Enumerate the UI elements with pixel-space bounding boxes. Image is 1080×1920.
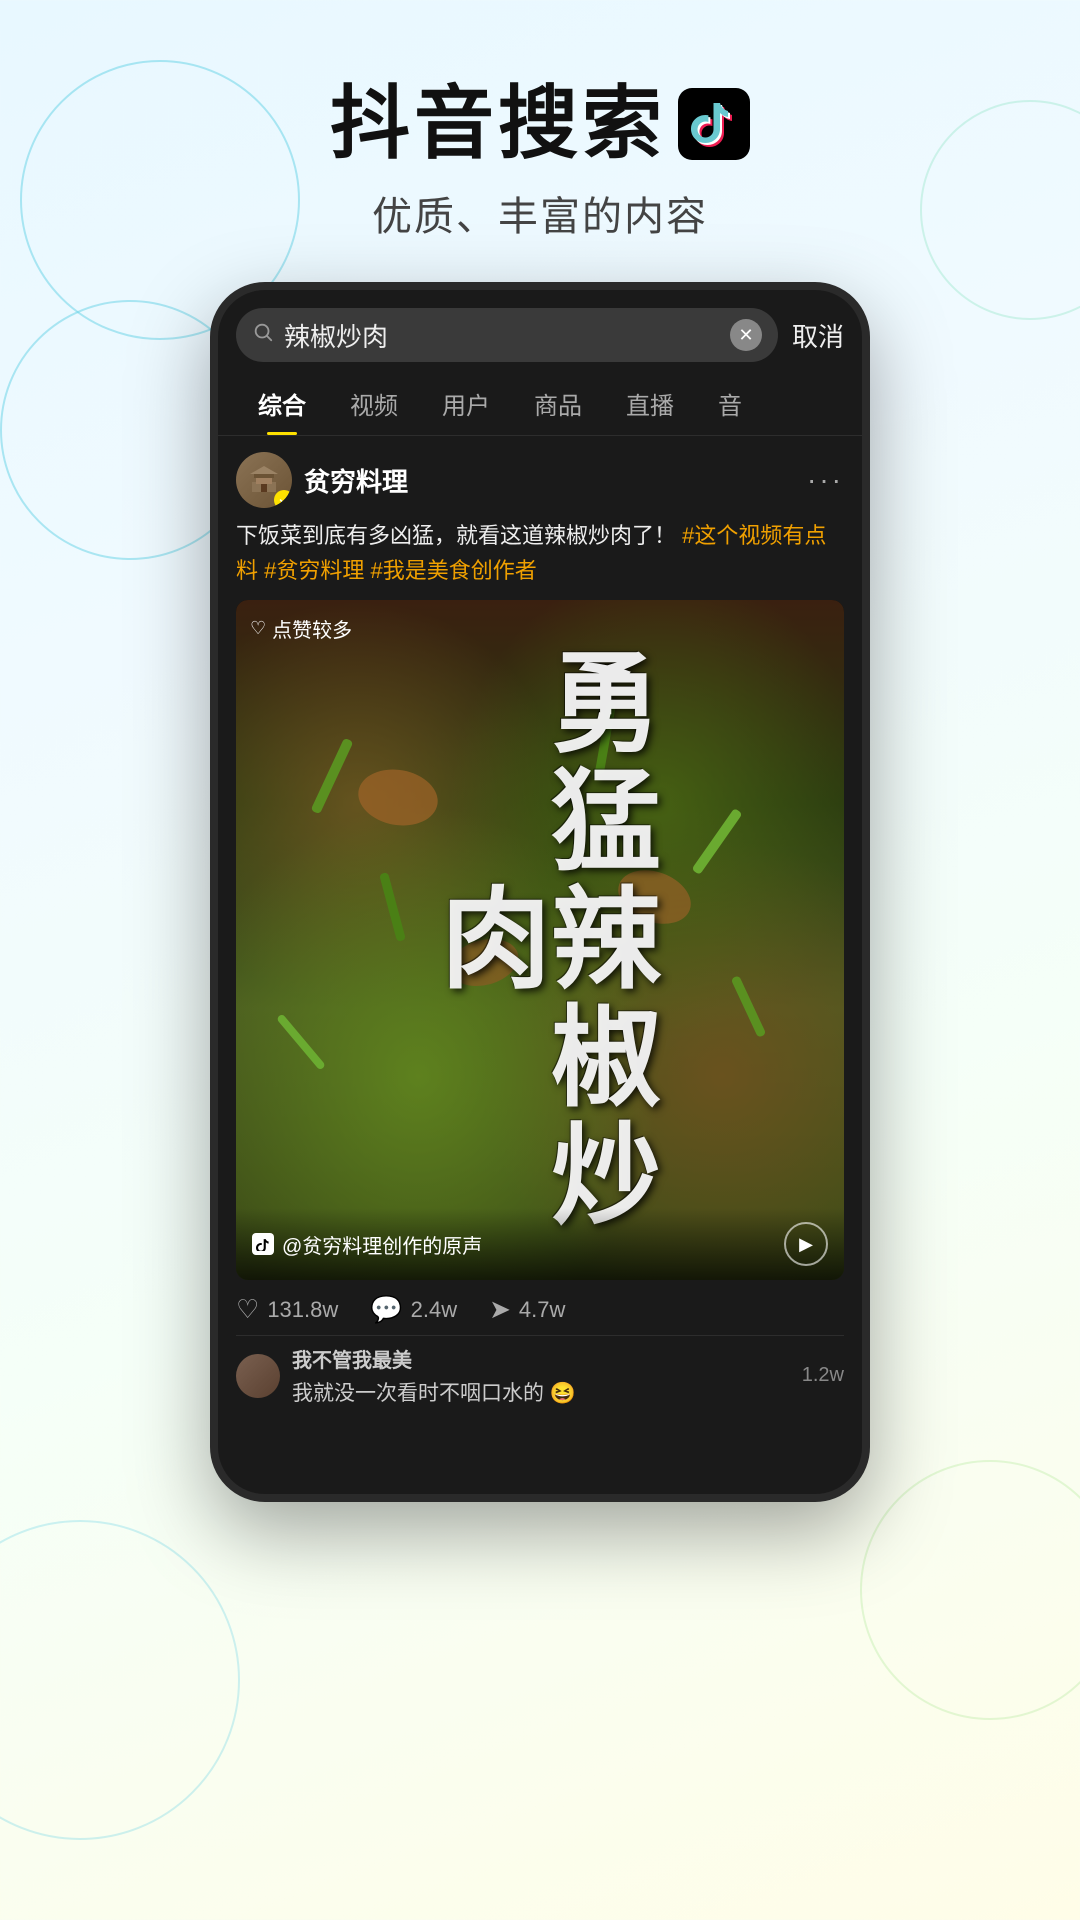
tab-audio[interactable]: 音 bbox=[696, 372, 764, 435]
avatar bbox=[236, 452, 292, 508]
tiktok-small-icon bbox=[252, 1233, 274, 1255]
comment-count: 1.2w bbox=[802, 1364, 844, 1387]
search-input-wrap[interactable]: 辣椒炒肉 ✕ bbox=[236, 308, 778, 362]
audio-text: @贫穷料理创作的原声 bbox=[282, 1230, 482, 1259]
tiktok-logo-icon bbox=[678, 88, 750, 160]
tab-user[interactable]: 用户 bbox=[420, 372, 512, 435]
post-description: 下饭菜到底有多凶猛，就看这道辣椒炒肉了！ #这个视频有点料 #贫穷料理 #我是美… bbox=[236, 518, 844, 588]
search-query: 辣椒炒肉 bbox=[284, 317, 720, 354]
phone-container: 辣椒炒肉 ✕ 取消 综合 视频 用户 商品 直播 音 bbox=[0, 282, 1080, 1502]
post-card: 贫穷料理 ··· 下饭菜到底有多凶猛，就看这道辣椒炒肉了！ #这个视频有点料 #… bbox=[218, 436, 862, 1427]
content-area: 贫穷料理 ··· 下饭菜到底有多凶猛，就看这道辣椒炒肉了！ #这个视频有点料 #… bbox=[218, 436, 862, 1494]
post-header: 贫穷料理 ··· bbox=[236, 452, 844, 508]
share-stat-icon: ➤ bbox=[489, 1294, 511, 1325]
heart-stat-icon: ♡ bbox=[236, 1294, 259, 1325]
cancel-button[interactable]: 取消 bbox=[792, 317, 844, 354]
subtitle-text: 优质、丰富的内容 bbox=[0, 184, 1080, 242]
video-overlay-text: 勇猛辣椒炒肉 bbox=[236, 600, 844, 1280]
shares-stat[interactable]: ➤ 4.7w bbox=[489, 1294, 565, 1325]
tab-video[interactable]: 视频 bbox=[328, 372, 420, 435]
tabs-area: 综合 视频 用户 商品 直播 音 bbox=[218, 372, 862, 436]
hashtag-2[interactable]: #贫穷料理 bbox=[264, 558, 364, 583]
comments-stat[interactable]: 💬 2.4w bbox=[370, 1294, 457, 1325]
commenter-avatar bbox=[236, 1354, 280, 1398]
bg-circle-bl bbox=[0, 1520, 240, 1840]
phone-mockup: 辣椒炒肉 ✕ 取消 综合 视频 用户 商品 直播 音 bbox=[210, 282, 870, 1502]
verified-badge bbox=[274, 490, 292, 508]
search-clear-button[interactable]: ✕ bbox=[730, 319, 762, 351]
author-info: 贫穷料理 bbox=[236, 452, 408, 508]
comment-text: 我就没一次看时不咽口水的 😆 bbox=[292, 1377, 790, 1407]
search-icon bbox=[252, 321, 274, 349]
tab-live[interactable]: 直播 bbox=[604, 372, 696, 435]
video-calligraphy: 勇猛辣椒炒肉 bbox=[430, 600, 650, 1280]
video-bottom-bar: @贫穷料理创作的原声 ▶ bbox=[236, 1208, 844, 1280]
header-section: 抖音搜索 优质、丰富的内容 bbox=[0, 0, 1080, 242]
more-options-button[interactable]: ··· bbox=[807, 464, 844, 496]
main-title-text: 抖音搜索 bbox=[330, 80, 666, 168]
tab-product[interactable]: 商品 bbox=[512, 372, 604, 435]
video-thumbnail[interactable]: ♡ 点赞较多 勇猛辣椒炒肉 bbox=[236, 600, 844, 1280]
likes-stat[interactable]: ♡ 131.8w bbox=[236, 1294, 338, 1325]
tab-comprehensive[interactable]: 综合 bbox=[236, 372, 328, 435]
shares-count: 4.7w bbox=[519, 1297, 565, 1323]
likes-count: 131.8w bbox=[267, 1297, 338, 1323]
comments-count: 2.4w bbox=[411, 1297, 457, 1323]
hashtag-3[interactable]: #我是美食创作者 bbox=[371, 558, 537, 583]
comment-content: 我不管我最美 我就没一次看时不咽口水的 😆 bbox=[292, 1344, 790, 1407]
play-button[interactable]: ▶ bbox=[784, 1222, 828, 1266]
audio-info: @贫穷料理创作的原声 bbox=[252, 1230, 482, 1259]
author-name: 贫穷料理 bbox=[304, 462, 408, 499]
comment-preview: 我不管我最美 我就没一次看时不咽口水的 😆 1.2w bbox=[236, 1335, 844, 1415]
comment-stat-icon: 💬 bbox=[370, 1294, 402, 1325]
main-title-area: 抖音搜索 bbox=[0, 80, 1080, 168]
stats-row: ♡ 131.8w 💬 2.4w ➤ 4.7w bbox=[236, 1280, 844, 1335]
commenter-name: 我不管我最美 bbox=[292, 1344, 790, 1373]
search-bar-area: 辣椒炒肉 ✕ 取消 bbox=[218, 290, 862, 372]
